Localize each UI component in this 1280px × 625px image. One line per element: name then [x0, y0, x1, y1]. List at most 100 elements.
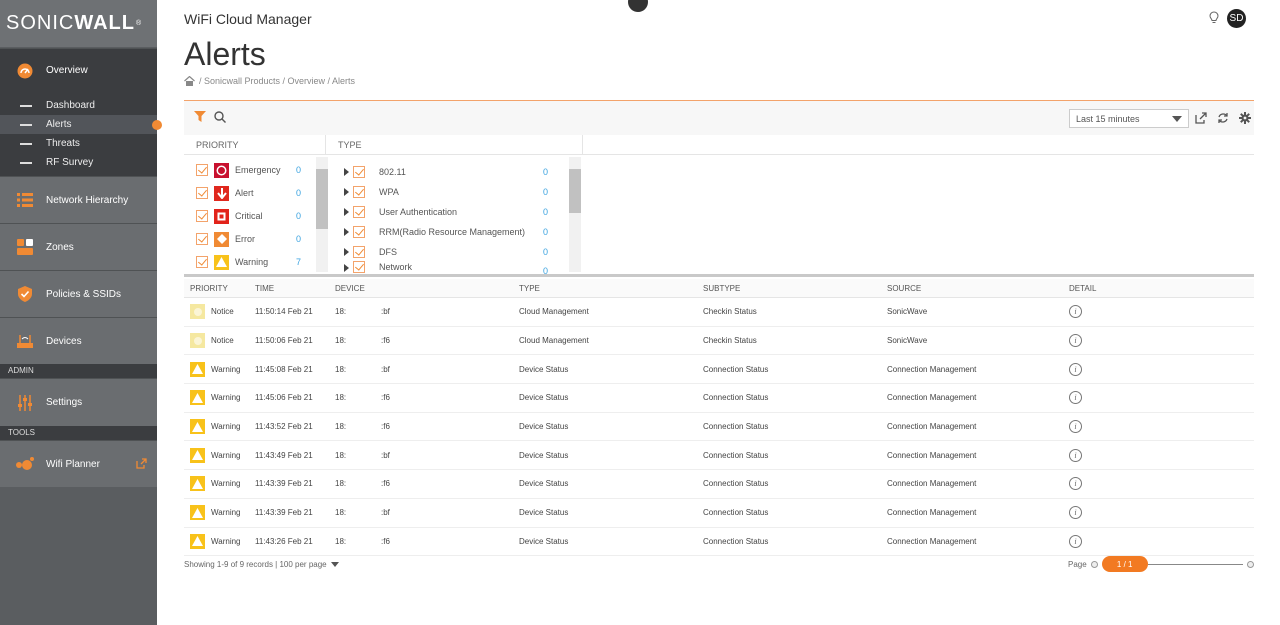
info-icon[interactable]: i: [1069, 362, 1082, 376]
type-count[interactable]: 0: [543, 227, 548, 237]
table-row[interactable]: Warning 11:43:39 Feb 21 18::bf Device Statu…: [184, 499, 1254, 528]
type-count[interactable]: 0: [543, 266, 548, 274]
priority-filter-alert[interactable]: Alert: [196, 182, 254, 204]
table-row[interactable]: Warning 11:43:49 Feb 21 18::bf Device Statu…: [184, 441, 1254, 471]
collapse-handle-icon[interactable]: [628, 0, 648, 12]
col-header-type[interactable]: TYPE: [519, 284, 703, 293]
sidebar-item-network-hierarchy[interactable]: Network Hierarchy: [0, 176, 157, 223]
expand-caret-icon[interactable]: [344, 228, 349, 236]
export-icon[interactable]: [1194, 111, 1207, 124]
search-icon[interactable]: [214, 110, 226, 126]
priority-count-error[interactable]: 0: [296, 234, 301, 244]
active-indicator-icon: [152, 120, 162, 130]
col-header-source[interactable]: SOURCE: [887, 284, 1069, 293]
checkbox[interactable]: [353, 226, 365, 238]
pager-start-handle[interactable]: [1090, 560, 1098, 568]
sidebar-subitem-threats[interactable]: Threats: [0, 134, 157, 153]
info-icon[interactable]: i: [1069, 305, 1082, 319]
scrollbar-thumb[interactable]: [316, 169, 328, 229]
priority-count-alert[interactable]: 0: [296, 188, 301, 198]
page-indicator[interactable]: 1 / 1: [1101, 556, 1148, 572]
checkbox[interactable]: [353, 246, 365, 258]
sidebar-item-overview[interactable]: Overview: [0, 48, 157, 92]
priority-count-emergency[interactable]: 0: [296, 165, 301, 175]
filter-funnel-icon[interactable]: [194, 110, 206, 126]
time-range-select[interactable]: Last 15 minutes: [1069, 109, 1189, 128]
type-filter-rrm[interactable]: RRM(Radio Resource Management): [344, 222, 525, 242]
lightbulb-icon[interactable]: [1209, 10, 1219, 27]
type-count[interactable]: 0: [543, 187, 548, 197]
info-icon[interactable]: i: [1069, 391, 1082, 405]
info-icon[interactable]: i: [1069, 334, 1082, 348]
checkbox[interactable]: [196, 210, 208, 222]
info-icon[interactable]: i: [1069, 448, 1082, 462]
gear-icon[interactable]: [1238, 111, 1251, 124]
checkbox[interactable]: [196, 164, 208, 176]
sidebar-item-wifi-planner[interactable]: Wifi Planner: [0, 440, 157, 487]
type-scrollbar[interactable]: [569, 157, 581, 272]
expand-caret-icon[interactable]: [344, 188, 349, 196]
cell-subtype: Checkin Status: [703, 307, 757, 317]
sidebar-item-settings[interactable]: Settings: [0, 378, 157, 426]
sidebar-item-policies-ssids[interactable]: Policies & SSIDs: [0, 270, 157, 317]
type-filter-dfs[interactable]: DFS: [344, 242, 397, 262]
type-count[interactable]: 0: [543, 247, 548, 257]
col-header-device[interactable]: DEVICE: [335, 284, 519, 293]
priority-filter-critical[interactable]: Critical: [196, 205, 263, 227]
table-row[interactable]: Notice 11:50:14 Feb 21 18::bf Cloud Managem…: [184, 298, 1254, 327]
sonicwall-logo[interactable]: SONIC WALL ®: [0, 0, 157, 47]
expand-caret-icon[interactable]: [344, 248, 349, 256]
type-count[interactable]: 0: [543, 167, 548, 177]
priority-filter-warning[interactable]: Warning: [196, 251, 268, 273]
checkbox[interactable]: [196, 187, 208, 199]
type-filter-80211[interactable]: 802.11: [344, 162, 406, 182]
table-row[interactable]: Notice 11:50:06 Feb 21 18::f6 Cloud Managem…: [184, 327, 1254, 356]
table-row[interactable]: Warning 11:43:26 Feb 21 18::f6 Device Statu…: [184, 528, 1254, 557]
avatar[interactable]: SD: [1227, 9, 1246, 28]
sidebar-subitem-rf-survey[interactable]: RF Survey: [0, 153, 157, 172]
pager-end-handle[interactable]: [1246, 560, 1254, 568]
info-icon[interactable]: i: [1069, 506, 1082, 520]
refresh-icon[interactable]: [1216, 111, 1229, 124]
priority-count-critical[interactable]: 0: [296, 211, 301, 221]
table-row[interactable]: Warning 11:43:39 Feb 21 18::f6 Device Statu…: [184, 470, 1254, 499]
priority-filter-emergency[interactable]: Emergency: [196, 159, 281, 181]
priority-scrollbar[interactable]: [316, 157, 328, 272]
expand-caret-icon[interactable]: [344, 264, 349, 272]
table-row[interactable]: Warning 11:45:06 Feb 21 18::f6 Device Statu…: [184, 384, 1254, 413]
checkbox[interactable]: [353, 206, 365, 218]
checkbox[interactable]: [353, 186, 365, 198]
priority-count-warning[interactable]: 7: [296, 257, 301, 267]
type-filter-wpa[interactable]: WPA: [344, 182, 399, 202]
checkbox[interactable]: [196, 233, 208, 245]
col-header-priority[interactable]: PRIORITY: [184, 284, 255, 293]
type-filter-user-auth[interactable]: User Authentication: [344, 202, 457, 222]
checkbox[interactable]: [353, 166, 365, 178]
device-suffix: :f6: [381, 393, 390, 403]
breadcrumb-path[interactable]: / Sonicwall Products / Overview / Alerts: [199, 76, 355, 86]
priority-filter-error[interactable]: Error: [196, 228, 255, 250]
external-link-icon[interactable]: [136, 458, 147, 472]
type-filter-network[interactable]: Network: [344, 261, 412, 274]
info-icon[interactable]: i: [1069, 477, 1082, 491]
sidebar-item-devices[interactable]: Devices: [0, 317, 157, 364]
scrollbar-thumb[interactable]: [569, 169, 581, 213]
info-icon[interactable]: i: [1069, 534, 1082, 548]
expand-caret-icon[interactable]: [344, 208, 349, 216]
expand-caret-icon[interactable]: [344, 168, 349, 176]
sidebar-item-zones[interactable]: Zones: [0, 223, 157, 270]
info-icon[interactable]: i: [1069, 420, 1082, 434]
pager-track[interactable]: [1147, 563, 1243, 565]
table-row[interactable]: Warning 11:43:52 Feb 21 18::f6 Device Statu…: [184, 413, 1254, 442]
home-icon[interactable]: [184, 75, 195, 86]
checkbox[interactable]: [353, 261, 365, 273]
col-header-time[interactable]: TIME: [255, 284, 335, 293]
sidebar-subitem-alerts[interactable]: Alerts: [0, 115, 162, 134]
sidebar-subitem-dashboard[interactable]: Dashboard: [0, 96, 157, 115]
table-row[interactable]: Warning 11:45:08 Feb 21 18::bf Device Statu…: [184, 355, 1254, 385]
type-count[interactable]: 0: [543, 207, 548, 217]
checkbox[interactable]: [196, 256, 208, 268]
chevron-down-icon[interactable]: [330, 562, 339, 567]
col-header-subtype[interactable]: SUBTYPE: [703, 284, 887, 293]
col-header-detail[interactable]: DETAIL: [1069, 284, 1189, 293]
